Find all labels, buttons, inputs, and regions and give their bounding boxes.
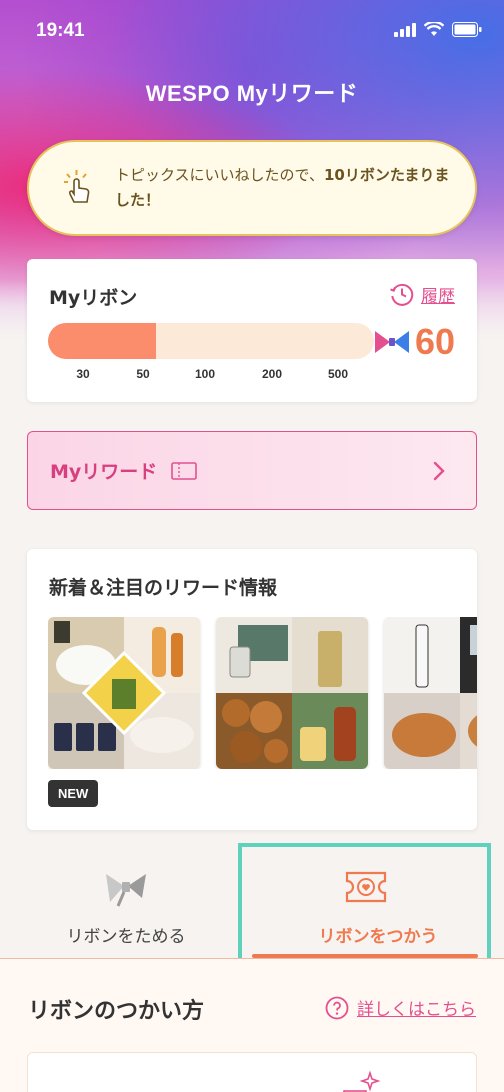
- tab-save-ribbon[interactable]: リボンをためる: [0, 840, 252, 960]
- tab-save-label: リボンをためる: [66, 927, 186, 947]
- ribbon-title: Myリボン: [49, 287, 138, 309]
- howto-section: リボンのつかい方 詳しくはこちら: [0, 959, 504, 1092]
- my-reward-button[interactable]: Myリワード: [27, 431, 477, 510]
- tab-focus-highlight: [238, 843, 491, 973]
- ribbon-progress-fill: [48, 323, 156, 359]
- page-title: WESPO Myリワード: [145, 81, 359, 106]
- my-reward-label: Myリワード: [50, 461, 158, 483]
- progress-tick: 200: [261, 367, 283, 381]
- question-circle-icon: [325, 996, 349, 1019]
- sparkle-icon: [343, 1070, 381, 1092]
- new-rewards-card: 新着＆注目のリワード情報 NEW: [27, 549, 477, 830]
- reward-thumbnail-beauty-set[interactable]: [384, 617, 477, 769]
- food-gift-image: [48, 617, 200, 769]
- howto-card: [27, 1052, 477, 1092]
- detail-link[interactable]: 詳しくはこちら: [325, 995, 476, 1020]
- toast-message-prefix: トピックスにいいねしたので、: [115, 166, 324, 184]
- battery-icon: [452, 22, 482, 37]
- history-link[interactable]: 履歴: [389, 281, 455, 307]
- reward-thumbnail-lifestyle-set[interactable]: [216, 617, 368, 769]
- status-icons: [394, 22, 482, 37]
- toast-message: トピックスにいいねしたので、10リボンたまりました！: [115, 163, 460, 213]
- howto-title: リボンのつかい方: [28, 999, 205, 1024]
- ribbon-progress-track: [48, 323, 374, 359]
- reward-thumbnail-food-set[interactable]: [48, 617, 200, 769]
- wifi-icon: [424, 22, 444, 36]
- history-clock-icon: [390, 283, 414, 306]
- new-badge: NEW: [48, 780, 99, 807]
- ribbon-gray-icon: [106, 874, 146, 907]
- progress-tick: 100: [194, 367, 216, 381]
- ribbon-bow-icon: [374, 331, 409, 353]
- news-title: 新着＆注目のリワード情報: [49, 577, 278, 599]
- chevron-right-icon: [433, 461, 445, 481]
- status-time: 19:41: [36, 20, 85, 41]
- signal-icon: [394, 22, 416, 37]
- detail-link-label: 詳しくはこちら: [357, 1000, 476, 1020]
- progress-tick: 50: [136, 367, 150, 381]
- ribbon-earned-toast: トピックスにいいねしたので、10リボンたまりました！: [27, 140, 477, 236]
- tap-hand-icon: [64, 170, 90, 203]
- my-ribbon-card: Myリボン 履歴 30 50 100 200 500 60: [27, 259, 477, 402]
- progress-tick: 500: [327, 367, 349, 381]
- lifestyle-gift-image: [216, 617, 368, 769]
- beauty-gift-image: [384, 617, 477, 769]
- ribbon-count: 60: [374, 321, 455, 363]
- history-label: 履歴: [421, 286, 455, 307]
- ribbon-count-value: 60: [414, 321, 455, 362]
- status-bar: 19:41: [0, 0, 504, 62]
- reward-carousel[interactable]: [48, 617, 477, 769]
- ticket-icon: [171, 461, 198, 480]
- progress-tick: 30: [76, 367, 90, 381]
